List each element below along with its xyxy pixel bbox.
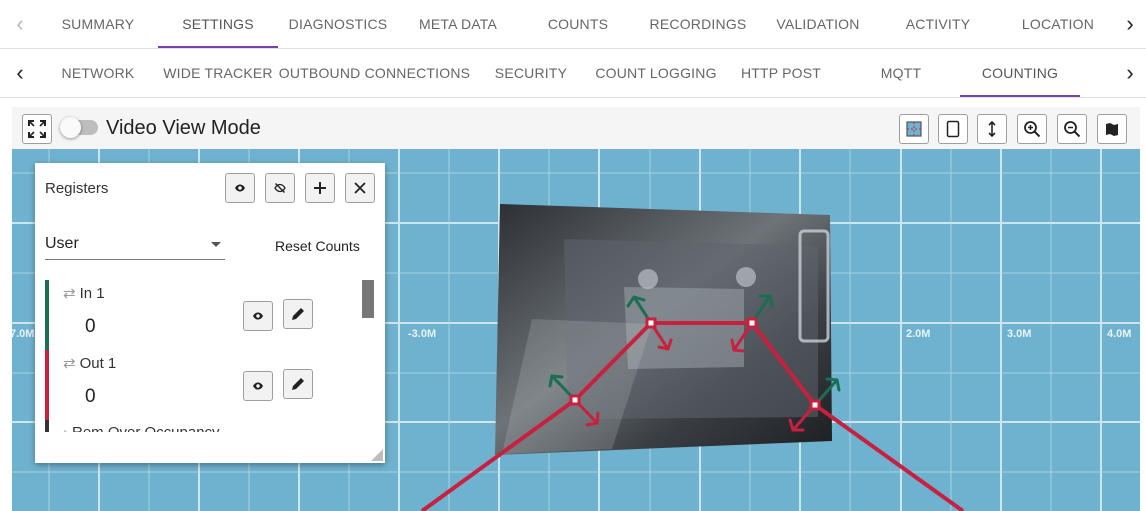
chevron-right-icon[interactable]: ›: [1112, 0, 1146, 48]
register-count: 0: [85, 316, 96, 337]
vertex-handle[interactable]: [746, 317, 758, 329]
vertical-fit-icon[interactable]: [977, 114, 1007, 144]
tab-count-logging[interactable]: COUNT LOGGING: [591, 49, 721, 97]
chevron-right-icon: ›: [63, 424, 68, 432]
tab-settings[interactable]: SETTINGS: [158, 0, 278, 48]
tab-network[interactable]: NETWORK: [38, 49, 158, 97]
register-color-bar: [45, 420, 49, 432]
tab-counts[interactable]: COUNTS: [518, 0, 638, 48]
vertex-handle[interactable]: [645, 317, 657, 329]
tab-http-post[interactable]: HTTP POST: [721, 49, 841, 97]
register-item-rem-over-occupancy[interactable]: › Rem Over Occupancy: [45, 420, 365, 432]
register-filter-select[interactable]: User: [45, 233, 225, 260]
video-view-mode-label: Video View Mode: [106, 117, 261, 139]
eye-icon[interactable]: [243, 301, 273, 331]
vertex-handle[interactable]: [809, 399, 821, 411]
tab-outbound-connections[interactable]: OUTBOUND CONNECTIONS: [278, 49, 471, 97]
tab-security[interactable]: SECURITY: [471, 49, 591, 97]
tab-wide-tracker[interactable]: WIDE TRACKER: [158, 49, 278, 97]
axis-label: 7.0M: [12, 328, 34, 340]
fullscreen-icon[interactable]: [22, 114, 52, 144]
chevron-left-icon[interactable]: ‹: [2, 0, 38, 48]
register-list-scrollbar[interactable]: [362, 280, 374, 318]
tab-mqtt[interactable]: MQTT: [841, 49, 961, 97]
axis-label: 2.0M: [906, 328, 930, 340]
camera-view-image: [495, 204, 832, 455]
register-name-text: Out 1: [79, 354, 117, 372]
map-icon[interactable]: [1097, 114, 1127, 144]
resize-handle[interactable]: [371, 449, 383, 461]
tab-location[interactable]: LOCATION: [998, 0, 1118, 48]
tab-diagnostics[interactable]: DIAGNOSTICS: [278, 0, 398, 48]
register-count: 0: [85, 386, 96, 407]
register-name: › Rem Over Occupancy: [63, 424, 220, 432]
axis-label: -3.0M: [408, 328, 436, 340]
floorplan-icon[interactable]: [899, 114, 929, 144]
toggle-knob: [60, 117, 81, 138]
edit-pencil-icon[interactable]: [283, 299, 313, 329]
tab-validation[interactable]: VALIDATION: [758, 0, 878, 48]
axis-label: 4.0M: [1107, 328, 1131, 340]
chevron-left-icon[interactable]: ‹: [2, 49, 38, 97]
portrait-icon[interactable]: [938, 114, 968, 144]
swap-icon: ⇄: [63, 355, 76, 372]
tab-activity[interactable]: ACTIVITY: [878, 0, 998, 48]
register-name-text: In 1: [79, 284, 105, 302]
tab-recordings[interactable]: RECORDINGS: [638, 0, 758, 48]
register-item-out-1[interactable]: ⇄ Out 1 0: [45, 350, 365, 420]
video-view-mode-toggle[interactable]: [60, 117, 98, 138]
add-icon[interactable]: [305, 173, 335, 203]
map-toolbar: Video View Mode: [12, 107, 1140, 149]
registers-panel: Registers User Reset Counts ⇄ In 1 0 ⇄ Out: [35, 163, 385, 463]
register-color-bar: [45, 280, 49, 350]
tab-summary[interactable]: SUMMARY: [38, 0, 158, 48]
vertex-handle[interactable]: [569, 394, 581, 406]
swap-icon: ⇄: [63, 285, 76, 302]
tab-meta-data[interactable]: META DATA: [398, 0, 518, 48]
sub-tab-bar: ‹ NETWORK WIDE TRACKER OUTBOUND CONNECTI…: [0, 49, 1146, 98]
register-item-in-1[interactable]: ⇄ In 1 0: [45, 280, 365, 350]
register-name: ⇄ Out 1: [63, 354, 117, 373]
tab-counting[interactable]: COUNTING: [960, 49, 1080, 97]
eye-off-icon[interactable]: [265, 173, 295, 203]
register-name-text: Rem Over Occupancy: [72, 424, 220, 432]
edit-pencil-icon[interactable]: [283, 369, 313, 399]
zoom-in-icon[interactable]: [1017, 114, 1047, 144]
chevron-right-icon[interactable]: ›: [1112, 49, 1146, 97]
register-color-bar: [45, 350, 49, 420]
register-list: ⇄In 1 0 ⇄Out 1 0 ›Rem Over Occupancy: [45, 280, 365, 432]
close-icon[interactable]: [345, 173, 375, 203]
register-name: ⇄ In 1: [63, 284, 105, 303]
eye-icon[interactable]: [243, 371, 273, 401]
zoom-out-icon[interactable]: [1057, 114, 1087, 144]
axis-label: 3.0M: [1007, 328, 1031, 340]
register-filter-value: User: [45, 235, 79, 252]
eye-icon[interactable]: [225, 173, 255, 203]
reset-counts-button[interactable]: Reset Counts: [275, 238, 360, 254]
registers-title: Registers: [45, 180, 109, 197]
chevron-down-icon: [211, 242, 221, 247]
top-tab-bar: ‹ SUMMARY SETTINGS DIAGNOSTICS META DATA…: [0, 0, 1146, 49]
